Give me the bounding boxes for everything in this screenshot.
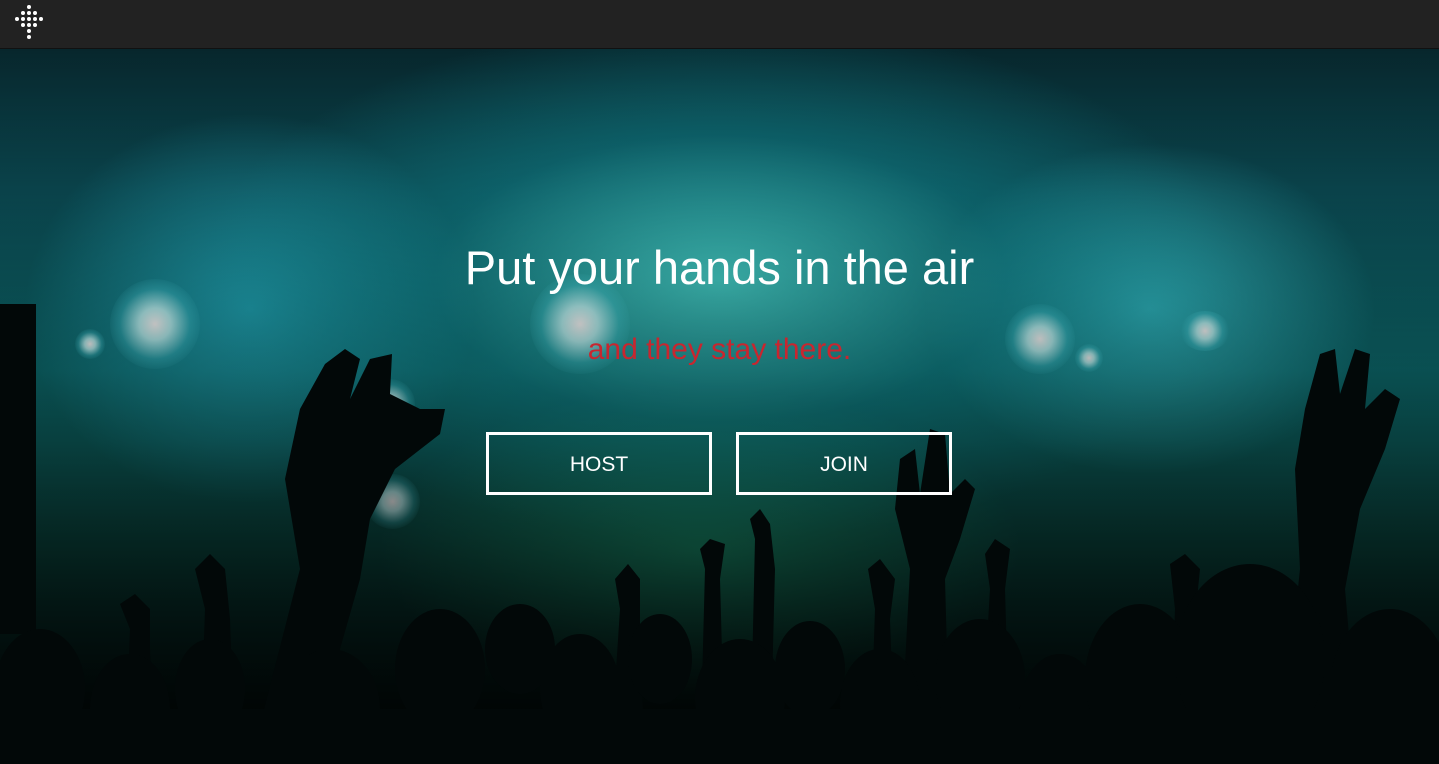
hero-background: Put your hands in the air and they stay … <box>0 49 1439 764</box>
hero-headline: Put your hands in the air <box>464 241 975 294</box>
top-navbar <box>0 0 1439 49</box>
host-button[interactable]: HOST <box>486 432 712 495</box>
hero-subline: and they stay there. <box>587 333 852 366</box>
crowd-silhouette <box>0 49 1439 764</box>
dotted-cross-logo-icon[interactable] <box>13 4 45 42</box>
join-button[interactable]: JOIN <box>736 432 952 495</box>
